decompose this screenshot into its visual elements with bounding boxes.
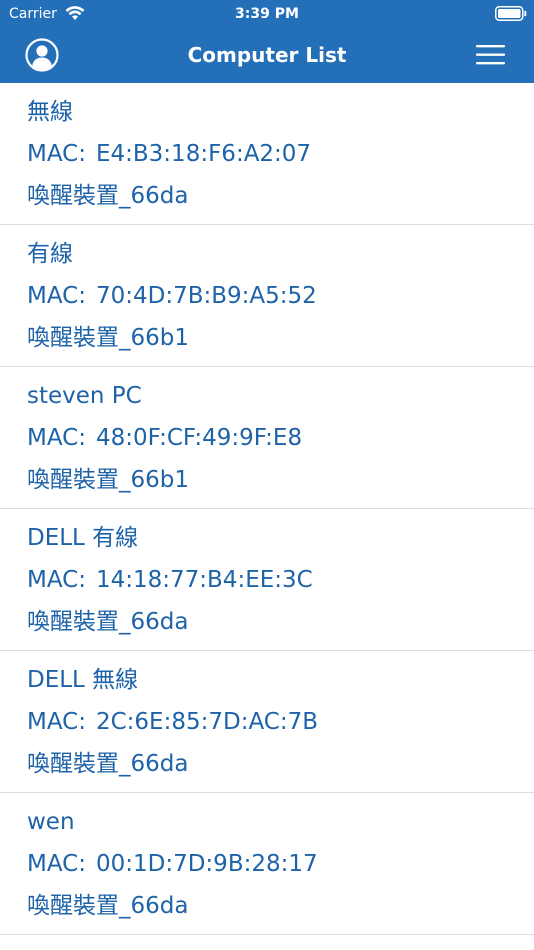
computer-list-item[interactable]: wen MAC: 00:1D:7D:9B:28:17 喚醒裝置_66da	[0, 793, 534, 935]
mac-address: 14:18:77:B4:EE:3C	[95, 567, 313, 593]
computer-name: steven PC	[27, 383, 142, 409]
computer-mac: MAC: 2C:6E:85:7D:AC:7B	[27, 707, 318, 737]
wake-device: 喚醒裝置_66b1	[27, 325, 189, 351]
mac-address: 70:4D:7B:B9:A5:52	[95, 283, 317, 309]
mac-address: E4:B3:18:F6:A2:07	[95, 141, 312, 167]
mac-label: MAC:	[27, 425, 86, 451]
mac-label: MAC:	[27, 709, 86, 735]
page-title: Computer List	[187, 43, 347, 67]
computer-list-item[interactable]: DELL 無線 MAC: 2C:6E:85:7D:AC:7B 喚醒裝置_66da	[0, 651, 534, 793]
mac-label: MAC:	[27, 567, 86, 593]
computer-list-item[interactable]: 無線 MAC: E4:B3:18:F6:A2:07 喚醒裝置_66da	[0, 83, 534, 225]
mac-label: MAC:	[27, 283, 86, 309]
computer-list-item[interactable]: DELL 有線 MAC: 14:18:77:B4:EE:3C 喚醒裝置_66da	[0, 509, 534, 651]
mac-address: 00:1D:7D:9B:28:17	[95, 851, 318, 877]
computer-list-item[interactable]: steven PC MAC: 48:0F:CF:49:9F:E8 喚醒裝置_66b…	[0, 367, 534, 509]
computer-mac: MAC: 00:1D:7D:9B:28:17	[27, 849, 318, 879]
hamburger-menu-icon[interactable]	[474, 42, 508, 68]
wake-device: 喚醒裝置_66da	[27, 183, 189, 209]
computer-mac: MAC: 48:0F:CF:49:9F:E8	[27, 423, 302, 453]
computer-name: DELL 有線	[27, 525, 139, 551]
wake-device: 喚醒裝置_66da	[27, 751, 189, 777]
wake-device: 喚醒裝置_66b1	[27, 467, 189, 493]
computer-name: 無線	[27, 99, 73, 125]
battery-icon	[495, 6, 527, 21]
computer-name: wen	[27, 809, 75, 835]
computer-list: 無線 MAC: E4:B3:18:F6:A2:07 喚醒裝置_66da 有線 MA…	[0, 83, 534, 950]
computer-list-item[interactable]: 有線 MAC: 70:4D:7B:B9:A5:52 喚醒裝置_66b1	[0, 225, 534, 367]
status-time: 3:39 PM	[235, 6, 299, 22]
computer-name: 有線	[27, 241, 73, 267]
mac-label: MAC:	[27, 141, 86, 167]
computer-mac: MAC: E4:B3:18:F6:A2:07	[27, 139, 311, 169]
computer-mac: MAC: 70:4D:7B:B9:A5:52	[27, 281, 317, 311]
status-bar: Carrier 3:39 PM	[0, 0, 534, 28]
nav-bar: Computer List	[0, 28, 534, 83]
mac-address: 48:0F:CF:49:9F:E8	[95, 425, 303, 451]
wake-device: 喚醒裝置_66da	[27, 609, 189, 635]
computer-name: DELL 無線	[27, 667, 139, 693]
mac-label: MAC:	[27, 851, 86, 877]
wake-device: 喚醒裝置_66da	[27, 893, 189, 919]
header: Carrier 3:39 PM Computer List	[0, 0, 534, 83]
mac-address: 2C:6E:85:7D:AC:7B	[95, 709, 318, 735]
computer-mac: MAC: 14:18:77:B4:EE:3C	[27, 565, 313, 595]
